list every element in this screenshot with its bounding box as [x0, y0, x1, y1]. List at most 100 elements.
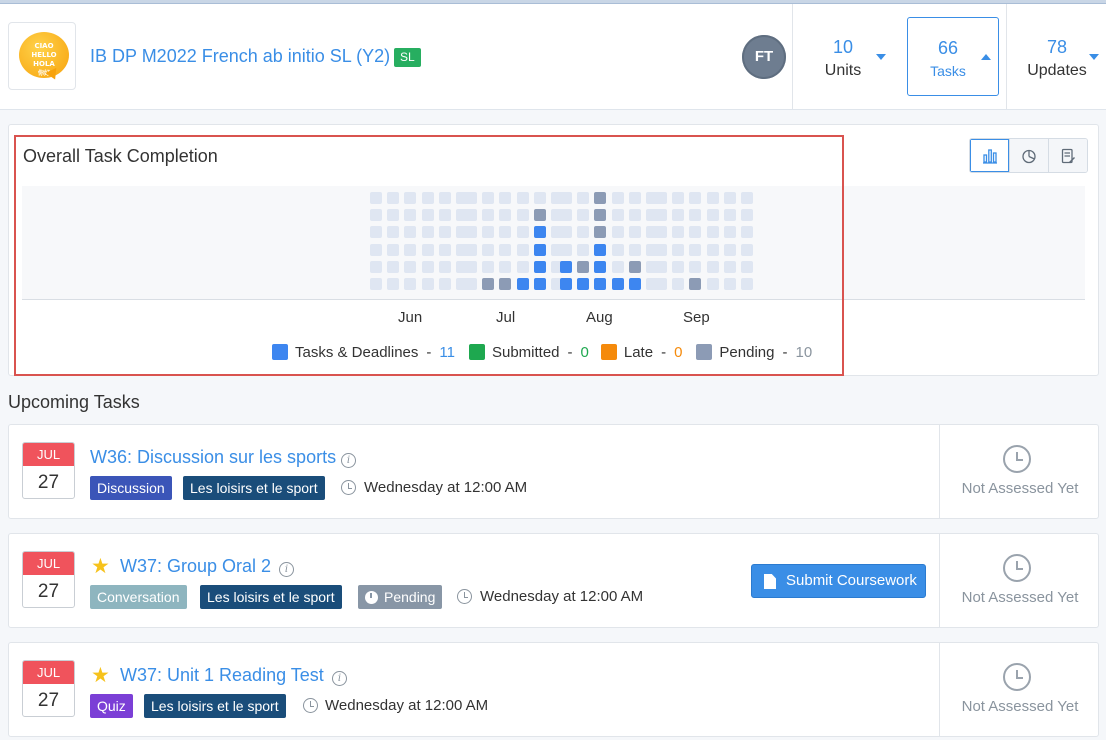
star-icon[interactable]: ★: [91, 665, 110, 686]
avatar[interactable]: FT: [742, 35, 786, 79]
legend-swatch-pending: [696, 344, 713, 360]
heatmap-cell: [465, 278, 477, 290]
heatmap-cell: [438, 278, 451, 290]
heatmap-cell: [655, 209, 667, 222]
heatmap-cell[interactable]: [577, 278, 590, 290]
info-icon[interactable]: i: [332, 671, 347, 686]
heatmap-cell[interactable]: [533, 209, 546, 222]
heatmap-cell[interactable]: [628, 278, 641, 290]
heatmap-cell[interactable]: [577, 260, 590, 273]
heatmap-cell[interactable]: [594, 192, 607, 204]
pie-chart-icon: [1022, 149, 1036, 163]
heatmap-cell[interactable]: [628, 260, 641, 273]
clock-icon: [1003, 554, 1031, 582]
heatmap-cell[interactable]: [533, 243, 546, 256]
chart-legend: Tasks & Deadlines - 11 Submitted - 0 Lat…: [272, 343, 812, 361]
heatmap-cell[interactable]: [594, 209, 607, 222]
heatmap-cell[interactable]: [689, 278, 702, 290]
submit-coursework-label: Submit Coursework: [786, 572, 917, 589]
heatmap-cell: [370, 260, 382, 273]
heatmap-cell: [689, 260, 702, 273]
assessment-text: Not Assessed Yet: [961, 589, 1079, 606]
heatmap-cell: [370, 243, 382, 256]
clock-icon: [303, 698, 318, 713]
heatmap-cell: [655, 243, 667, 256]
heatmap-cell: [533, 192, 546, 204]
updates-stat[interactable]: 78 Updates: [1006, 4, 1106, 109]
heatmap-cell[interactable]: [533, 226, 546, 239]
heatmap-cell: [689, 192, 702, 204]
info-icon[interactable]: i: [341, 453, 356, 468]
report-icon: [1061, 148, 1075, 163]
heatmap-cell: [577, 192, 590, 204]
heatmap-cell[interactable]: [533, 278, 546, 290]
logo-word: HOLA: [33, 60, 55, 68]
legend-label-late: Late: [623, 343, 654, 361]
heatmap-cell[interactable]: [594, 243, 607, 256]
heatmap-cell: [438, 192, 451, 204]
task-title-link[interactable]: W37: Unit 1 Reading Test: [120, 665, 324, 686]
heatmap-cell: [706, 192, 719, 204]
heatmap-cell[interactable]: [533, 260, 546, 273]
chart-title: Overall Task Completion: [23, 146, 218, 166]
heatmap-cell: [611, 243, 624, 256]
heatmap-cell: [672, 209, 685, 222]
clock-icon: [365, 591, 378, 604]
heatmap-cell[interactable]: [516, 278, 529, 290]
heatmap-cell[interactable]: [560, 278, 572, 290]
course-title[interactable]: IB DP M2022 French ab initio SL (Y2): [90, 46, 390, 67]
heatmap-cell[interactable]: [594, 260, 607, 273]
pie-chart-view-button[interactable]: [1009, 139, 1048, 172]
status-badge-label: Pending: [384, 589, 436, 605]
heatmap-cell: [421, 278, 434, 290]
units-stat[interactable]: 10 Units: [792, 4, 900, 109]
heatmap-cell: [465, 226, 477, 239]
heatmap-cell[interactable]: [560, 260, 572, 273]
heatmap-cell: [438, 260, 451, 273]
heatmap-cell[interactable]: [611, 278, 624, 290]
clock-icon: [457, 589, 472, 604]
heatmap-cell: [560, 243, 572, 256]
heatmap-cell: [611, 209, 624, 222]
heatmap-cell[interactable]: [482, 278, 495, 290]
heatmap-cell: [516, 226, 529, 239]
task-title-link[interactable]: W36: Discussion sur les sports: [90, 447, 336, 468]
heatmap-cell: [482, 260, 495, 273]
star-icon[interactable]: ★: [91, 556, 110, 577]
due-date-calendar: JUL 27: [22, 660, 75, 717]
month-label-jun: Jun: [398, 309, 423, 326]
assessment-status: Not Assessed Yet: [939, 643, 1099, 736]
report-view-button[interactable]: [1048, 139, 1087, 172]
heatmap-cell: [672, 278, 685, 290]
task-card: JUL 27 ★ W37: Group Oral 2 i Conversatio…: [8, 533, 1099, 628]
legend-swatch-late: [600, 344, 617, 360]
heatmap-cell: [577, 243, 590, 256]
submit-coursework-button[interactable]: Submit Coursework: [751, 564, 926, 598]
task-title-link[interactable]: W37: Group Oral 2: [120, 556, 271, 577]
heatmap-cell: [438, 226, 451, 239]
info-icon[interactable]: i: [279, 562, 294, 577]
heatmap-cell[interactable]: [594, 278, 607, 290]
heatmap-cell[interactable]: [594, 226, 607, 239]
heatmap-cell: [672, 260, 685, 273]
clock-icon: [341, 480, 356, 495]
heatmap-cell: [741, 192, 753, 204]
heatmap-cell: [482, 209, 495, 222]
heatmap-cell: [741, 278, 753, 290]
heatmap-cell: [465, 192, 477, 204]
chevron-down-icon: [1089, 54, 1099, 60]
heatmap-cell: [516, 243, 529, 256]
heatmap-cell: [404, 192, 417, 204]
heatmap-cell: [741, 260, 753, 273]
heatmap-cell: [723, 260, 736, 273]
heatmap-cell[interactable]: [499, 278, 512, 290]
tasks-stat[interactable]: 66 Tasks: [907, 17, 999, 96]
month-label-jul: Jul: [496, 309, 516, 326]
chart-view-toggle: [969, 138, 1088, 173]
heatmap-cell: [689, 226, 702, 239]
heatmap-cell: [741, 243, 753, 256]
heatmap-cell: [577, 226, 590, 239]
heatmap-cell: [516, 209, 529, 222]
heatmap-cell: [482, 192, 495, 204]
bar-chart-view-button[interactable]: [970, 139, 1009, 172]
